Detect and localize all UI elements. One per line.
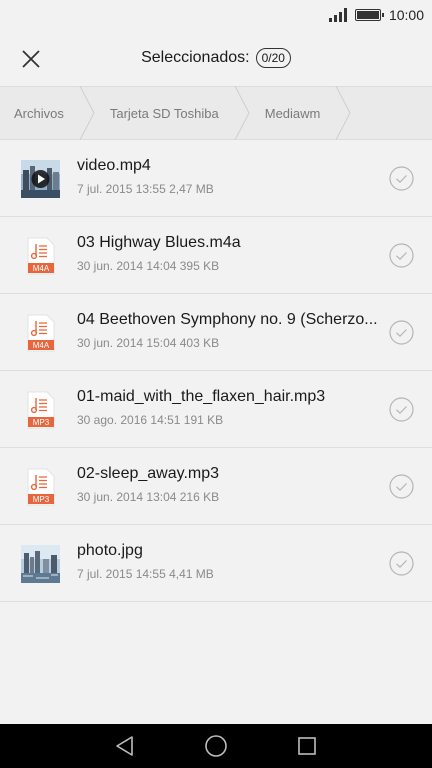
audio-badge: MP3 <box>32 495 49 504</box>
breadcrumb-label: Archivos <box>14 105 64 121</box>
audio-file-icon: M4A <box>21 314 60 352</box>
signal-icon <box>328 8 347 22</box>
nav-recents-button[interactable] <box>292 731 322 761</box>
back-icon <box>116 736 134 756</box>
video-thumbnail <box>21 160 60 198</box>
file-list: video.mp4 7 jul. 2015 13:55 2,47 MB M4A … <box>0 140 432 602</box>
file-meta: 30 jun. 2014 15:04 403 KB <box>77 336 220 350</box>
audio-badge: M4A <box>32 264 49 273</box>
select-check-icon[interactable] <box>389 474 414 499</box>
breadcrumb-separator-icon <box>234 86 250 140</box>
breadcrumb-item-mediawm[interactable]: Mediawm <box>251 87 335 139</box>
status-time: 10:00 <box>388 7 424 23</box>
nav-home-button[interactable] <box>201 731 231 761</box>
file-row-audio[interactable]: M4A 03 Highway Blues.m4a 30 jun. 2014 14… <box>0 217 432 294</box>
file-meta: 30 ago. 2016 14:51 191 KB <box>77 413 224 427</box>
audio-badge: MP3 <box>32 418 49 427</box>
select-check-icon[interactable] <box>389 551 414 576</box>
breadcrumb-item-archivos[interactable]: Archivos <box>0 87 78 139</box>
nav-back-button[interactable] <box>110 731 140 761</box>
breadcrumb-item-tarjeta-sd[interactable]: Tarjeta SD Toshiba <box>96 87 233 139</box>
audio-file-icon: M4A <box>21 237 60 275</box>
file-name: 02-sleep_away.mp3 <box>77 465 220 482</box>
breadcrumb-separator-icon <box>79 86 95 140</box>
selection-count-badge: 0/20 <box>255 48 291 68</box>
audio-file-icon: MP3 <box>21 391 60 429</box>
breadcrumb-separator-icon <box>335 86 351 140</box>
close-button[interactable] <box>14 42 48 76</box>
file-name: 04 Beethoven Symphony no. 9 (Scherzo... <box>77 311 378 328</box>
breadcrumb-label: Mediawm <box>264 105 321 121</box>
file-meta: 7 jul. 2015 13:55 2,47 MB <box>77 182 214 196</box>
file-name: photo.jpg <box>77 542 143 559</box>
file-meta: 30 jun. 2014 13:04 216 KB <box>77 490 220 504</box>
select-check-icon[interactable] <box>389 320 414 345</box>
file-row-audio[interactable]: MP3 02-sleep_away.mp3 30 jun. 2014 13:04… <box>0 448 432 525</box>
file-row-video[interactable]: video.mp4 7 jul. 2015 13:55 2,47 MB <box>0 140 432 217</box>
audio-file-icon: MP3 <box>21 468 60 506</box>
file-meta: 7 jul. 2015 14:55 4,41 MB <box>77 567 214 581</box>
system-nav-bar <box>0 724 432 768</box>
battery-icon <box>354 9 384 21</box>
select-check-icon[interactable] <box>389 243 414 268</box>
file-row-audio[interactable]: M4A 04 Beethoven Symphony no. 9 (Scherzo… <box>0 294 432 371</box>
file-name: 03 Highway Blues.m4a <box>77 234 241 251</box>
file-name: video.mp4 <box>77 157 151 174</box>
home-icon <box>205 735 227 757</box>
file-row-image[interactable]: photo.jpg 7 jul. 2015 14:55 4,41 MB <box>0 525 432 602</box>
selection-title-label: Seleccionados: <box>141 49 250 66</box>
select-check-icon[interactable] <box>389 397 414 422</box>
selection-title: Seleccionados: 0/20 <box>141 48 291 68</box>
breadcrumb: Archivos Tarjeta SD Toshiba Mediawm <box>0 86 432 140</box>
file-row-audio[interactable]: MP3 01-maid_with_the_flaxen_hair.mp3 30 … <box>0 371 432 448</box>
select-check-icon[interactable] <box>389 166 414 191</box>
selection-header: Seleccionados: 0/20 <box>0 30 432 86</box>
recents-icon <box>297 737 316 755</box>
file-name: 01-maid_with_the_flaxen_hair.mp3 <box>77 388 326 405</box>
status-bar: 10:00 <box>0 0 432 30</box>
image-thumbnail <box>21 545 60 583</box>
close-icon <box>22 50 40 68</box>
file-meta: 30 jun. 2014 14:04 395 KB <box>77 259 220 273</box>
breadcrumb-label: Tarjeta SD Toshiba <box>109 105 219 121</box>
audio-badge: M4A <box>32 341 49 350</box>
